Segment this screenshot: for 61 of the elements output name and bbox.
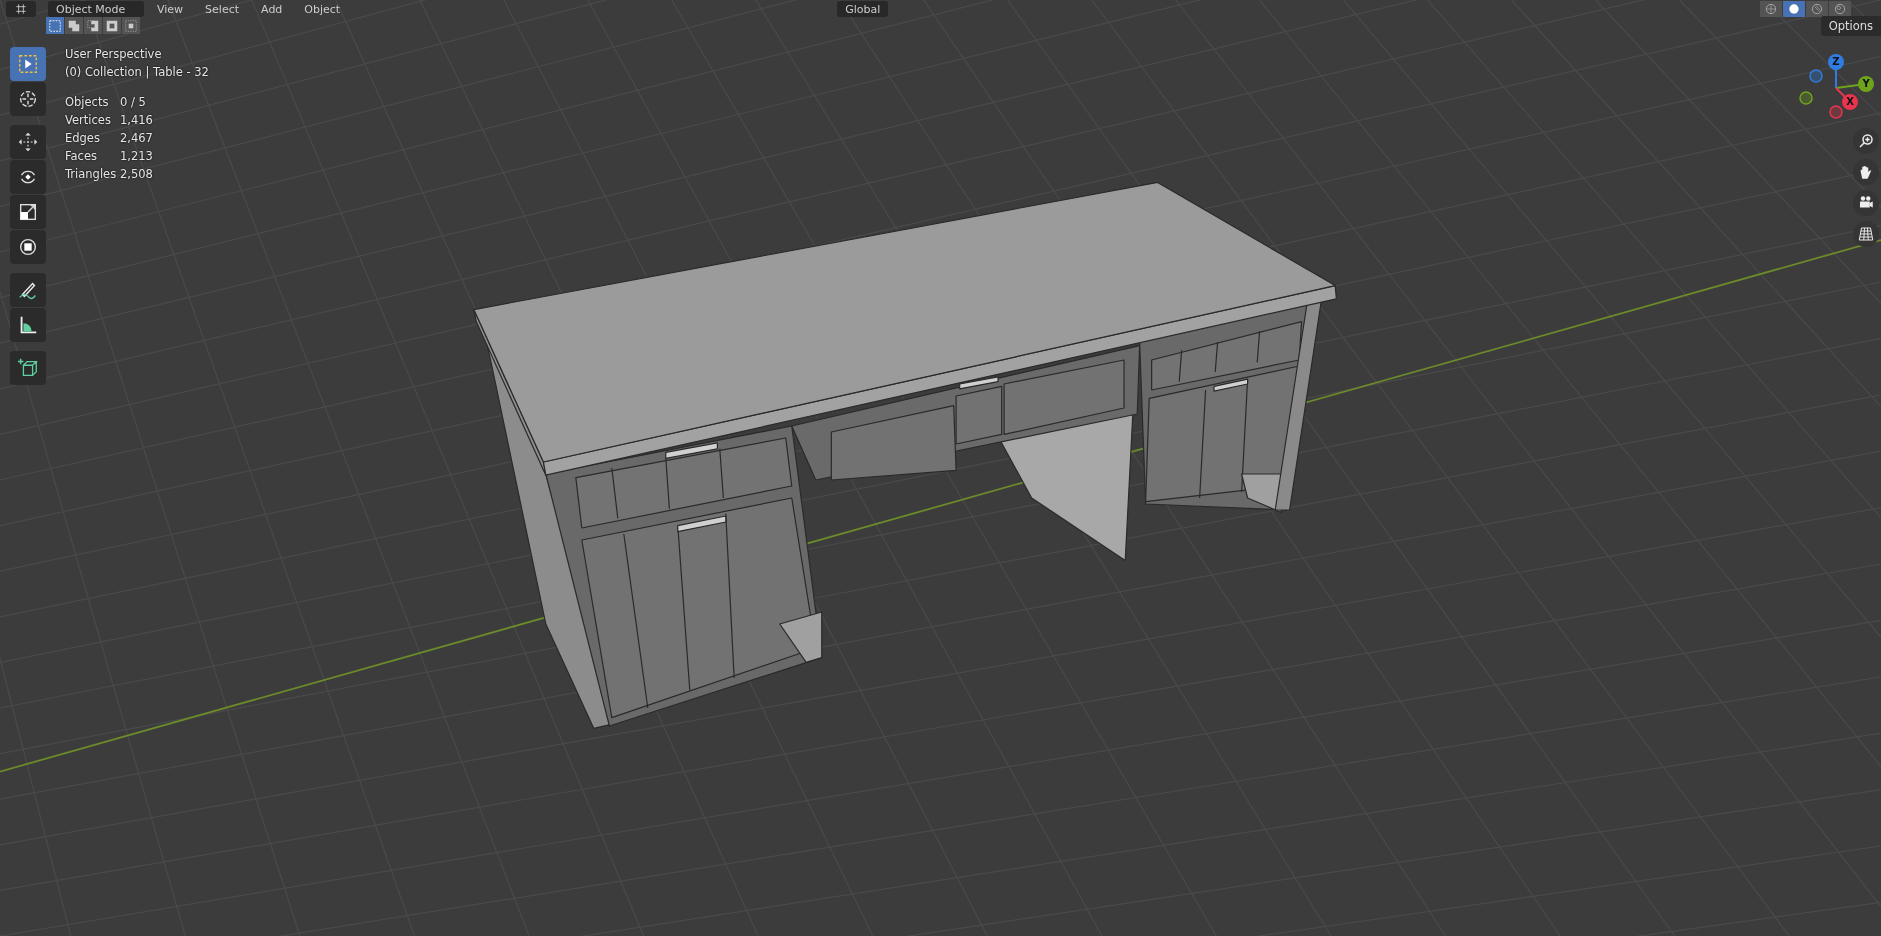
select-mode-button[interactable]: [122, 17, 140, 34]
tool-button[interactable]: [10, 82, 46, 116]
menu-item[interactable]: Object: [295, 2, 350, 16]
options-dropdown[interactable]: Options: [1820, 16, 1881, 36]
zoom-icon: [1857, 132, 1875, 150]
tool-button[interactable]: [10, 308, 46, 342]
stat-value: 1,213: [120, 148, 154, 165]
tool-button[interactable]: [10, 351, 46, 385]
axis-ball[interactable]: X: [1842, 94, 1858, 110]
select-mode-button[interactable]: [84, 17, 102, 34]
stat-value: 2,467: [120, 130, 154, 147]
material-sphere-icon: [1810, 2, 1824, 16]
shading-button[interactable]: [1760, 1, 1782, 17]
select-mode-button[interactable]: [46, 17, 64, 34]
stat-value: 2,508: [120, 166, 154, 183]
add-cube-icon: [17, 357, 39, 379]
navigation-button[interactable]: [1853, 221, 1879, 247]
orientation-dropdown[interactable]: Global: [837, 1, 889, 17]
shading-button[interactable]: [1783, 1, 1805, 17]
transform-icon: [17, 236, 39, 258]
select-mode-button[interactable]: [65, 17, 83, 34]
view-name: User Perspective: [65, 46, 163, 63]
menu-item[interactable]: Select: [196, 2, 249, 16]
select-mode-button[interactable]: [103, 17, 121, 34]
menu-item[interactable]: Add: [252, 2, 292, 16]
tool-button[interactable]: [10, 125, 46, 159]
tool-button[interactable]: [10, 230, 46, 264]
stat-label: Triangles: [65, 166, 118, 183]
navigation-button[interactable]: [1853, 128, 1879, 154]
tool-button[interactable]: [10, 195, 46, 229]
stat-value: 1,416: [120, 112, 154, 129]
stat-label: Edges: [65, 130, 101, 147]
rendered-sphere-icon: [1833, 2, 1847, 16]
invert-square-icon: [105, 18, 119, 33]
mode-dropdown[interactable]: Object Mode: [48, 1, 144, 17]
overlapping-squares-icon: [67, 18, 81, 33]
stat-value: 0 / 5: [120, 94, 147, 111]
intersect-square-icon: [124, 18, 138, 33]
dashed-square-icon: [48, 18, 62, 33]
menu-item[interactable]: View: [148, 2, 193, 16]
shading-button[interactable]: [1829, 1, 1851, 17]
scale-icon: [17, 201, 39, 223]
move-icon: [17, 131, 39, 153]
tool-button[interactable]: [10, 160, 46, 194]
subtract-squares-icon: [86, 18, 100, 33]
grid-icon: [1857, 225, 1875, 243]
cursor-icon: [17, 88, 39, 110]
shading-button[interactable]: [1806, 1, 1828, 17]
axis-ball[interactable]: Z: [1828, 54, 1844, 70]
select-box-icon: [17, 53, 39, 75]
stat-label: Vertices: [65, 112, 112, 129]
editor-type-button[interactable]: [6, 1, 36, 17]
stat-label: Faces: [65, 148, 98, 165]
collection-label: (0) Collection | Table - 32: [65, 64, 209, 81]
stat-label: Objects: [65, 94, 110, 111]
tool-button[interactable]: [10, 273, 46, 307]
navigation-button[interactable]: [1853, 159, 1879, 185]
navigation-button[interactable]: [1853, 190, 1879, 216]
wireframe-sphere-icon: [1764, 2, 1778, 16]
solid-sphere-icon: [1787, 2, 1801, 16]
axis-ball[interactable]: Y: [1858, 76, 1874, 92]
